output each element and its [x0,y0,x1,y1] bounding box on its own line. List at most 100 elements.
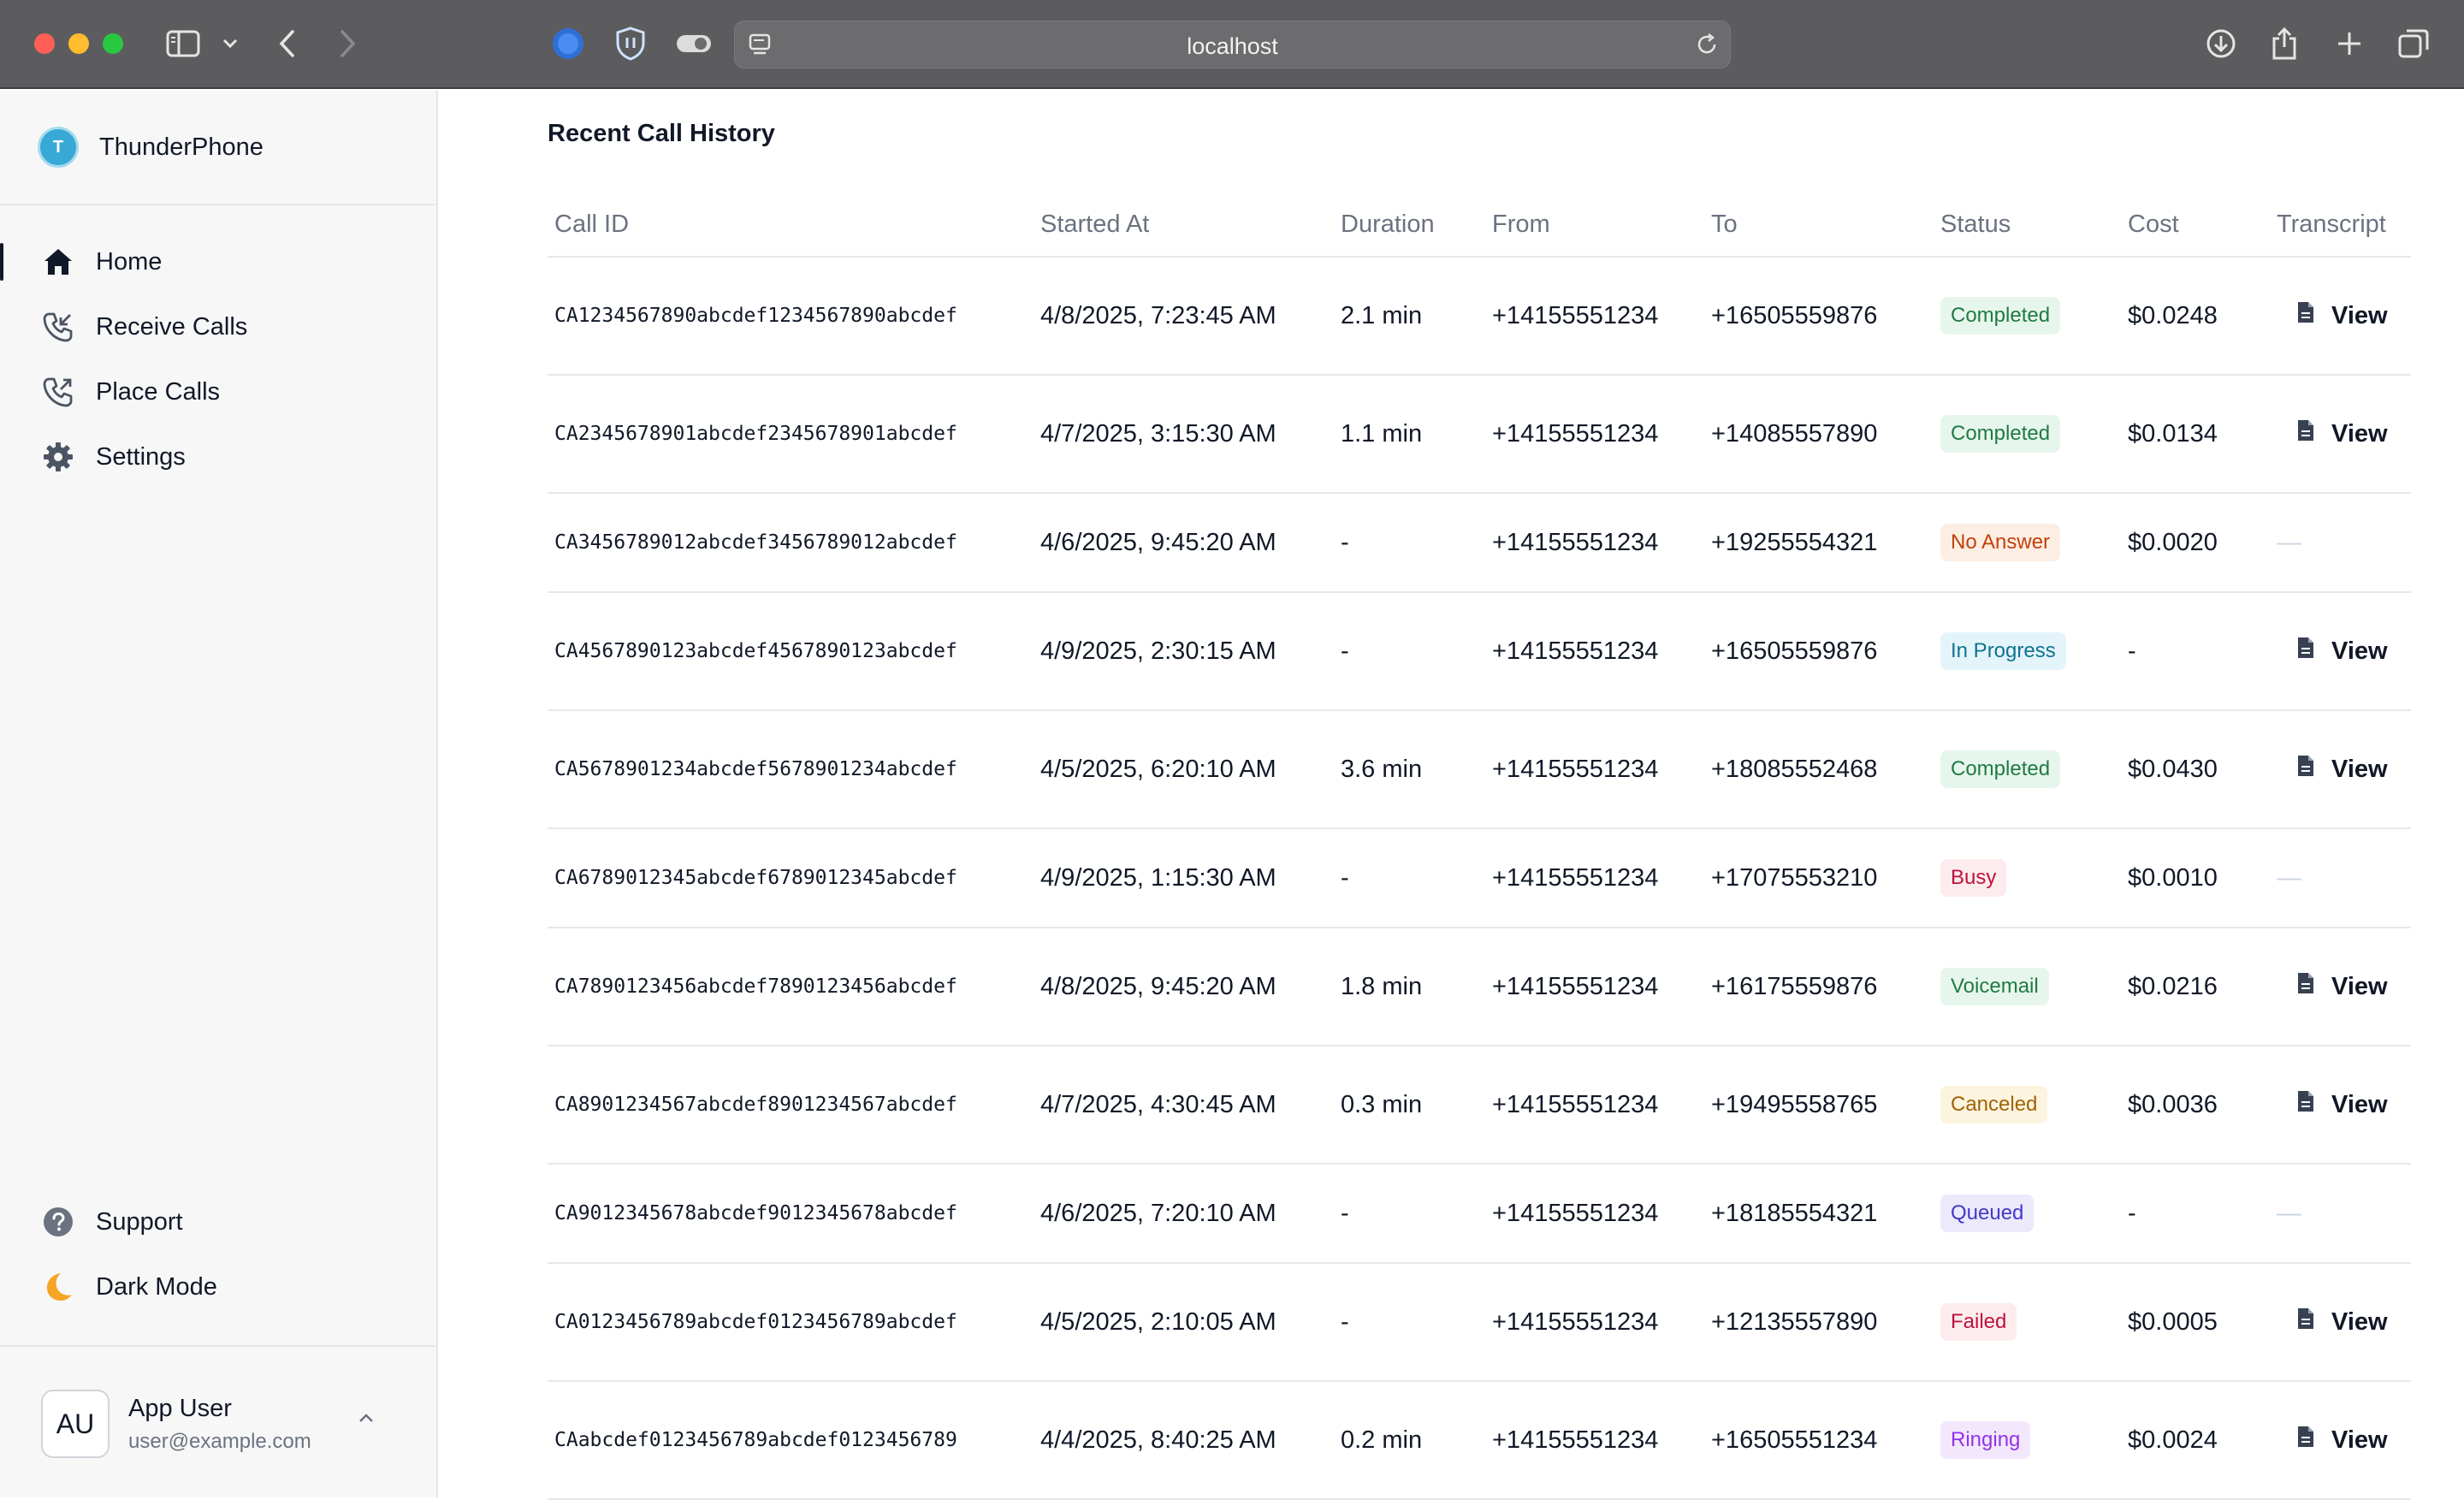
table-row[interactable]: CA1234567890abcdef1234567890abcdef 4/8/20… [548,257,2411,376]
sidebar-item-label: Home [96,247,163,276]
started-at-cell: 4/5/2025, 2:10:05 AM [1034,1263,1334,1382]
view-transcript-button[interactable]: View [2277,1425,2388,1456]
column-header-duration: Duration [1334,193,1485,258]
document-icon [2295,1089,2331,1120]
share-icon[interactable] [2271,26,2298,62]
table-row[interactable]: CA6789012345abcdef6789012345abcdef 4/9/20… [548,828,2411,928]
view-transcript-button[interactable]: View [2277,1307,2388,1337]
table-row[interactable]: CAabcdef0123456789abcdef0123456789 4/4/20… [548,1381,2411,1500]
status-badge: Ringing [1940,1421,2031,1459]
table-row[interactable]: CA9012345678abcdef9012345678abcdef 4/6/20… [548,1164,2411,1264]
page-title: Recent Call History [548,120,775,147]
chevron-down-icon[interactable] [222,26,238,62]
cost-cell: $0.0216 [2121,928,2270,1046]
close-window-button[interactable] [34,33,55,54]
table-row[interactable]: CA0123456789abcdef0123456789abcdef 4/5/20… [548,1263,2411,1382]
view-transcript-button[interactable]: View [2277,971,2388,1002]
reload-icon[interactable] [1694,32,1720,62]
chevron-up-icon[interactable] [358,1412,375,1428]
document-icon [2295,971,2331,1002]
no-transcript-dash: — [2277,1199,2301,1227]
view-transcript-button[interactable]: View [2277,754,2388,785]
column-header-cost: Cost [2121,193,2270,258]
sidebar-item-label: Place Calls [96,377,221,406]
outgoing-call-icon [41,375,75,409]
view-transcript-label: View [2331,972,2388,1000]
tab-overview-icon[interactable] [2397,26,2430,62]
status-cell: Voicemail [1934,928,2121,1046]
status-cell: No Answer [1934,493,2121,593]
sidebar-item-receive-calls[interactable]: Receive Calls [0,294,436,359]
cost-cell: $0.0248 [2121,257,2270,376]
minimize-window-button[interactable] [68,33,89,54]
from-cell: +14155551234 [1485,828,1704,928]
view-transcript-button[interactable]: View [2277,300,2388,331]
call-id-cell: CA8901234567abcdef8901234567abcdef [548,1046,1034,1165]
transcript-cell: View [2270,592,2411,711]
view-transcript-label: View [2331,301,2388,329]
shield-extension-icon[interactable] [614,26,647,62]
sidebar-item-label: Settings [96,442,186,471]
sidebar-item-settings[interactable]: Settings [0,424,436,489]
transcript-cell: View [2270,375,2411,494]
adblock-extension-icon[interactable] [551,26,585,62]
duration-cell: 3.6 min [1334,710,1485,829]
user-email: user@example.com [128,1429,311,1453]
table-row[interactable]: CA3456789012abcdef3456789012abcdef 4/6/20… [548,493,2411,593]
new-tab-icon[interactable] [2336,26,2363,62]
moon-icon [41,1270,75,1304]
cost-cell: $0.0020 [2121,493,2270,593]
view-transcript-button[interactable]: View [2277,1089,2388,1120]
view-transcript-button[interactable]: View [2277,418,2388,449]
status-badge: Busy [1940,859,2007,897]
transcript-cell: — [2270,1164,2411,1264]
from-cell: +14155551234 [1485,1381,1704,1500]
call-id-cell: CA1234567890abcdef1234567890abcdef [548,257,1034,376]
duration-cell: - [1334,1164,1485,1264]
table-row[interactable]: CA2345678901abcdef2345678901abcdef 4/7/20… [548,375,2411,494]
sidebar-item-label: Support [96,1207,183,1236]
brand[interactable]: T ThunderPhone [38,127,264,168]
back-arrow-icon[interactable] [277,26,296,62]
table-row[interactable]: CA5678901234abcdef5678901234abcdef 4/5/20… [548,710,2411,829]
sidebar-toggle-icon[interactable] [166,26,200,62]
table-row[interactable]: CA7890123456abcdef7890123456abcdef 4/8/20… [548,928,2411,1046]
forward-arrow-icon[interactable] [339,26,358,62]
to-cell: +18185554321 [1704,1164,1934,1264]
status-badge: No Answer [1940,524,2061,561]
avatar: AU [41,1390,110,1458]
started-at-cell: 4/5/2025, 6:20:10 AM [1034,710,1334,829]
to-cell: +12135557890 [1704,1263,1934,1382]
transcript-cell: View [2270,1046,2411,1165]
toggle-extension-icon[interactable] [676,26,712,62]
sidebar-item-place-calls[interactable]: Place Calls [0,359,436,424]
download-icon[interactable] [2206,26,2236,62]
from-cell: +14155551234 [1485,928,1704,1046]
table-row[interactable]: CA8901234567abcdef8901234567abcdef 4/7/20… [548,1046,2411,1165]
started-at-cell: 4/8/2025, 7:23:45 AM [1034,257,1334,376]
user-menu[interactable]: AU App User user@example.com [41,1388,409,1460]
view-transcript-label: View [2331,755,2388,783]
sidebar-item-dark-mode[interactable]: Dark Mode [0,1254,436,1319]
gear-icon [41,440,75,474]
to-cell: +17075553210 [1704,828,1934,928]
status-cell: Busy [1934,828,2121,928]
sidebar-divider [0,1345,436,1347]
sidebar-item-support[interactable]: Support [0,1189,436,1254]
url-text[interactable]: localhost [735,33,1730,60]
table-row[interactable]: CA4567890123abcdef4567890123abcdef 4/9/20… [548,592,2411,711]
started-at-cell: 4/6/2025, 7:20:10 AM [1034,1164,1334,1264]
call-history-table: Call ID Started At Duration From To Stat… [548,193,2411,1500]
duration-cell: 0.3 min [1334,1046,1485,1165]
from-cell: +14155551234 [1485,1046,1704,1165]
transcript-cell: View [2270,1263,2411,1382]
duration-cell: - [1334,828,1485,928]
zoom-window-button[interactable] [103,33,123,54]
view-transcript-button[interactable]: View [2277,636,2388,667]
from-cell: +14155551234 [1485,257,1704,376]
cost-cell: $0.0024 [2121,1381,2270,1500]
to-cell: +16505559876 [1704,592,1934,711]
sidebar-item-home[interactable]: Home [0,229,436,294]
column-header-transcript: Transcript [2270,193,2411,258]
address-bar[interactable]: localhost [734,21,1731,68]
